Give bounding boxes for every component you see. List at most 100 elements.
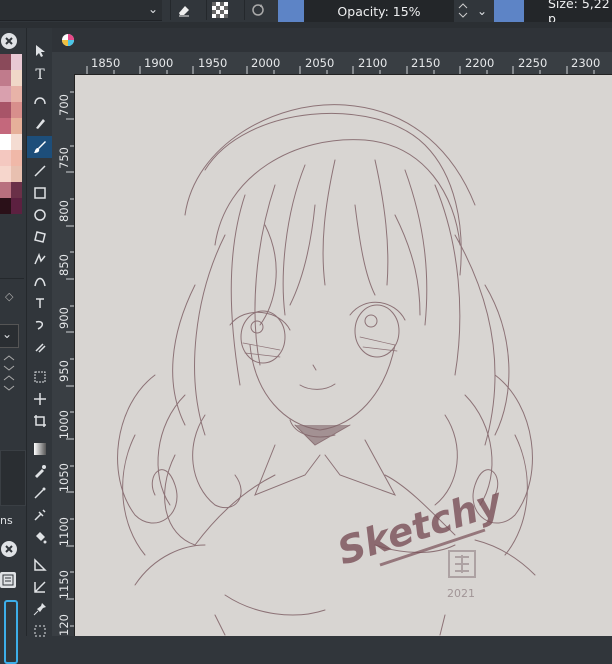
close-icon [1,541,17,557]
freehand-brush-tool[interactable] [27,136,53,158]
multibrush-tool[interactable] [27,336,53,358]
docker-stepper[interactable] [2,354,16,398]
edit-shape-icon [34,97,46,105]
select-shape-tool[interactable] [27,40,53,62]
gradient-icon [34,443,46,455]
ruler-label: 1150 [57,570,71,600]
gradient-tool[interactable] [27,438,53,460]
crop-tool-icon [34,415,46,427]
ruler-label: 1900 [144,56,174,70]
drawing-canvas[interactable]: Sketchy 2021 [75,75,612,636]
ruler-label: 1050 [57,463,71,493]
chevron-down-icon: ⌄ [147,2,158,16]
eraser-icon [179,6,189,17]
stepper-icon [3,355,15,391]
ruler-label: 1850 [91,56,121,70]
line-tool[interactable] [27,160,53,182]
bezier-icon [34,277,46,287]
measure-tool[interactable] [27,554,53,576]
ruler-label: 750 [57,147,71,169]
opacity-stepper[interactable] [456,0,470,22]
crop-select-tool[interactable] [27,366,53,388]
crop-icon [34,371,46,383]
pin-icon [33,603,46,616]
ruler-corner [52,52,74,74]
brush-icon [34,141,46,153]
opacity-slider-fill[interactable] [278,0,304,22]
signature: Sketchy [332,479,509,574]
chevron-down-icon: ⌄ [476,4,488,18]
size-slider[interactable]: Size: 5,22 p [524,0,612,26]
chibi-seal [448,550,476,578]
ruler-label: 1100 [57,517,71,547]
docker-panel [0,450,26,506]
reference-icon [34,581,46,593]
docker-close-button[interactable] [0,32,26,50]
pin-tool[interactable] [27,598,53,620]
ruler-label: 800 [57,200,71,222]
bezier-tool[interactable] [27,270,53,292]
polyline-tool[interactable] [27,248,53,270]
ellipse-icon [34,209,46,221]
vertical-ruler[interactable]: 700 750 800 850 900 950 1000 1050 1100 1… [52,74,75,636]
calligraphy-tool[interactable] [27,112,53,134]
dynamic-brush-tool[interactable] [27,314,53,336]
alpha-lock-button[interactable] [206,0,233,20]
move-tool[interactable] [27,388,53,410]
scroll-handle[interactable] [4,600,18,664]
signature-text: Sketchy [332,479,509,574]
ellipse-tool[interactable] [27,204,53,226]
freehand-path-icon [36,298,44,308]
year-text: 2021 [447,587,475,600]
opacity-menu-button[interactable]: ⌄ [474,0,490,22]
document-tab[interactable] [60,32,76,48]
size-slider-fill[interactable] [494,0,524,22]
docker-close-button-2[interactable] [0,540,20,558]
patch-icon [34,487,46,499]
reload-icon [252,4,264,16]
line-icon [34,165,46,177]
tool-options-bar: ⌄ Opacity: 15% ⌄ Size: 5,22 p [0,0,612,26]
rectangle-tool[interactable] [27,182,53,204]
text-icon: T [35,67,45,83]
list-view-button[interactable] [0,572,16,588]
freehand-path-tool[interactable] [27,292,53,314]
assistant-tool[interactable] [27,504,53,526]
rectangle-icon [34,187,46,199]
opacity-slider[interactable]: Opacity: 15% [304,0,454,22]
color-palette[interactable] [0,54,24,244]
bucket-icon [36,532,47,544]
ruler-label: 120 [57,614,71,636]
polyline-icon [34,252,46,265]
docker-dropdown[interactable]: ⌄ [0,324,19,348]
horizontal-ruler[interactable]: 1850 1900 1950 2000 2050 2100 2150 2200 … [74,52,612,75]
polygon-tool[interactable] [27,226,53,248]
ruler-label: 2250 [518,56,548,70]
reload-preset-button[interactable] [244,0,271,20]
fill-tool[interactable] [27,526,53,548]
ruler-label: 2150 [411,56,441,70]
ruler-label: 900 [57,307,71,329]
text-tool[interactable]: T [27,64,53,86]
divider [0,278,24,279]
left-docker: ◇ ⌄ ns [0,28,26,664]
ruler-label: 2000 [251,56,281,70]
chevron-down-icon: ⌄ [2,327,13,341]
docker-tab-label[interactable]: ns [0,514,13,527]
selection-tool[interactable] [27,620,53,642]
reference-tool[interactable] [27,576,53,598]
polygon-icon [34,231,46,243]
pointer-icon [36,45,45,57]
edit-shapes-tool[interactable] [27,88,53,110]
alpha-lock-icon [212,2,228,18]
sketch-artwork: Sketchy 2021 [117,104,536,636]
smart-patch-tool[interactable] [27,482,53,504]
assistant-icon [34,509,46,521]
crop-tool[interactable] [27,410,53,432]
ruler-label: 2050 [305,56,335,70]
eraser-button[interactable] [170,0,197,20]
brush-preset-dropdown[interactable]: ⌄ [0,0,162,21]
color-picker-tool[interactable] [27,460,53,482]
opacity-label: Opacity: 15% [337,3,421,19]
dynamic-brush-icon [35,320,44,330]
